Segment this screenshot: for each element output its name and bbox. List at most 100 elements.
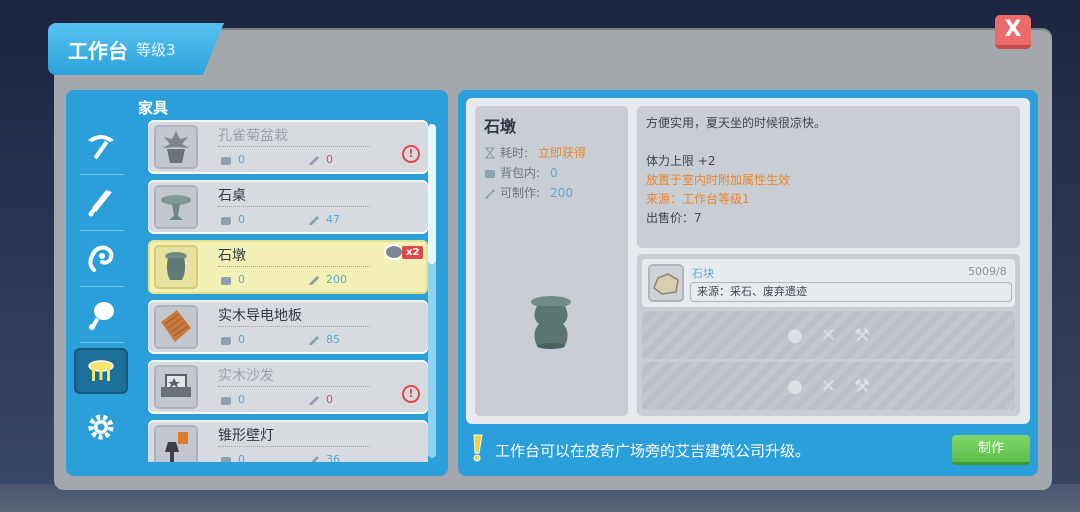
bag-row: 背包内: 0 xyxy=(484,164,558,181)
list-scrollbar-thumb[interactable] xyxy=(428,124,436,264)
craftable-count: 0 xyxy=(308,393,333,406)
tab-divider xyxy=(80,286,124,287)
cross-icon: ✕ xyxy=(820,324,836,346)
bag-count: 0 xyxy=(220,213,245,226)
tab-divider xyxy=(80,230,124,231)
upgrade-tip: 工作台可以在皮奇广场旁的艾吉建筑公司升级。 xyxy=(495,442,811,460)
material-count: 5009/8 xyxy=(968,265,1007,278)
craftable-count: 200 xyxy=(308,273,347,286)
bag-icon xyxy=(221,276,231,285)
bag-count: 0 xyxy=(220,453,245,462)
recipe-item-selected[interactable]: 石墩 0 200 x2 xyxy=(148,240,428,294)
empty-material-slot: ● ✕ ⚒ xyxy=(642,362,1015,410)
craftable-count-value: 85 xyxy=(326,333,340,346)
divider xyxy=(218,146,370,147)
effect-note: 放置于室内时附加属性生效 xyxy=(646,173,791,187)
bag-icon xyxy=(221,396,231,405)
material-name: 石块 xyxy=(692,267,714,280)
recipe-item-name: 石桌 xyxy=(218,188,246,204)
craft-time-value: 立即获得 xyxy=(538,146,587,160)
bag-count-value: 0 xyxy=(238,453,245,462)
tab-divider xyxy=(80,342,124,343)
recipe-item-name: 孔雀菊盆栽 xyxy=(218,128,288,144)
apple-icon: ● xyxy=(787,375,803,397)
sell-price: 出售价：7 xyxy=(646,211,702,225)
make-button[interactable]: 制作 xyxy=(952,435,1030,465)
bag-count-value: 0 xyxy=(238,273,245,286)
bag-label: 背包内: xyxy=(500,166,541,180)
stone-stool-icon xyxy=(531,296,571,349)
category-label: 家具 xyxy=(138,99,169,117)
craftable-count: 47 xyxy=(308,213,340,226)
wrench-icon xyxy=(309,335,319,345)
bag-icon xyxy=(221,336,231,345)
apple-icon: ● xyxy=(787,324,803,346)
bag-count-value: 0 xyxy=(238,333,245,346)
tab-parts[interactable] xyxy=(74,404,128,450)
material-badge-count: x2 xyxy=(402,245,424,259)
stat-bonus: 体力上限 +2 xyxy=(646,154,716,168)
wrench-icon xyxy=(309,275,319,285)
craft-time-label: 耗时: xyxy=(500,146,529,160)
ear-icon xyxy=(88,245,114,272)
material-source: 来源：采石、废弃遗迹 xyxy=(690,282,1012,302)
bag-icon xyxy=(221,156,231,165)
bag-count-value: 0 xyxy=(238,393,245,406)
warning-icon: ! xyxy=(402,385,420,403)
bag-count: 0 xyxy=(220,393,245,406)
recipe-item-name: 实木导电地板 xyxy=(218,308,302,324)
divider xyxy=(218,446,370,447)
wrench-icon xyxy=(485,188,495,199)
craftable-count: 85 xyxy=(308,333,340,346)
window-title: 工作台 xyxy=(68,38,128,63)
craftable-label: 可制作: xyxy=(500,186,541,200)
close-button[interactable]: X xyxy=(995,15,1031,49)
item-name: 石墩 xyxy=(484,117,517,136)
craft-time-row: 耗时: 立即获得 xyxy=(484,144,586,161)
bag-icon xyxy=(221,456,231,462)
recipe-item[interactable]: 实木沙发 0 0 ! xyxy=(148,360,428,414)
recipe-item-name: 实木沙发 xyxy=(218,368,274,384)
craftable-value: 200 xyxy=(550,185,573,200)
tab-tools[interactable] xyxy=(74,124,128,170)
bag-icon xyxy=(221,216,231,225)
recipe-item[interactable]: 石桌 0 47 xyxy=(148,180,428,234)
recipe-item-name: 石墩 xyxy=(218,248,246,264)
exclamation-icon xyxy=(473,434,483,462)
bag-count-value: 0 xyxy=(238,213,245,226)
food-icon xyxy=(89,302,114,330)
stone-stool-icon xyxy=(154,245,198,289)
recipe-item[interactable]: 实木导电地板 0 85 xyxy=(148,300,428,354)
tab-accessories[interactable] xyxy=(74,236,128,282)
craftable-count-value: 36 xyxy=(326,453,340,462)
tab-weapons[interactable] xyxy=(74,180,128,226)
sword-icon xyxy=(88,190,112,217)
category-tabs xyxy=(66,96,136,470)
divider xyxy=(218,266,370,267)
wrench-icon xyxy=(310,455,319,462)
recipe-item[interactable]: 孔雀菊盆栽 0 0 ! xyxy=(148,120,428,174)
bag-count: 0 xyxy=(220,333,245,346)
divider xyxy=(218,386,370,387)
wall-lamp-icon xyxy=(154,425,198,462)
cross-icon: ✕ xyxy=(820,375,836,397)
divider xyxy=(218,326,370,327)
bag-value: 0 xyxy=(550,165,558,180)
craftable-count: 36 xyxy=(308,453,340,462)
craftable-count-value: 47 xyxy=(326,213,340,226)
tab-furniture[interactable] xyxy=(74,348,128,394)
furniture-icon xyxy=(88,360,114,381)
material-badge: x2 xyxy=(384,244,424,260)
sofa-icon xyxy=(154,365,198,409)
rock-icon xyxy=(648,264,684,302)
description-text: 方便实用，夏天坐的时候很凉快。 xyxy=(646,116,827,130)
item-description: 方便实用，夏天坐的时候很凉快。 体力上限 +2 放置于室内时附加属性生效 来源：… xyxy=(637,106,1020,248)
recipe-item[interactable]: 锥形壁灯 0 36 xyxy=(148,420,428,462)
gear-icon xyxy=(88,414,114,440)
bag-count: 0 xyxy=(220,153,245,166)
craftable-count: 0 xyxy=(308,153,333,166)
wrench-icon: ⚒ xyxy=(853,324,870,346)
potted-plant-icon xyxy=(154,125,198,169)
tab-food[interactable] xyxy=(74,292,128,338)
